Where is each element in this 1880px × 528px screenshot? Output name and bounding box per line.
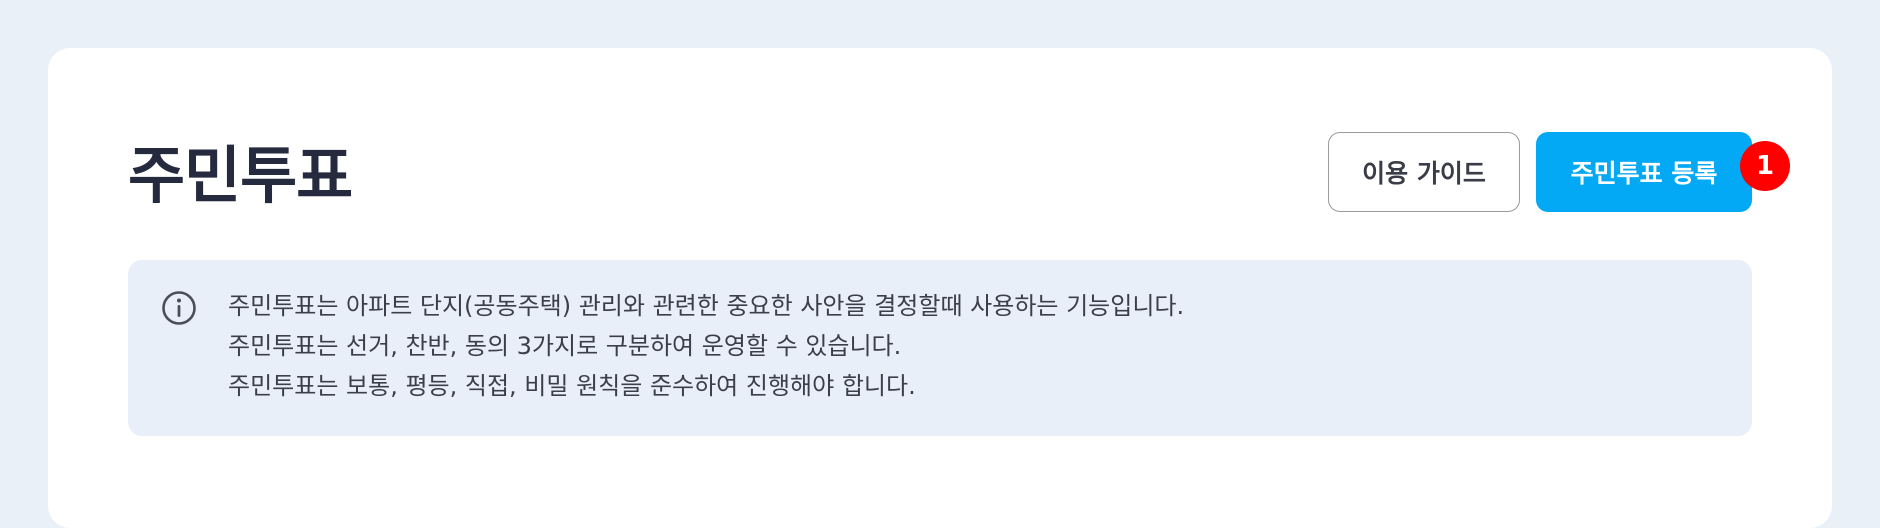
header-actions: 이용 가이드 주민투표 등록 <box>1328 132 1752 212</box>
content-card: 주민투표 이용 가이드 주민투표 등록 주민투표는 아파트 단지(공동주택) 관… <box>48 48 1832 528</box>
notification-badge: 1 <box>1740 141 1790 191</box>
info-list: 주민투표는 아파트 단지(공동주택) 관리와 관련한 중요한 사안을 결정할때 … <box>228 286 1184 406</box>
register-vote-button[interactable]: 주민투표 등록 <box>1536 132 1752 212</box>
info-line: 주민투표는 선거, 찬반, 동의 3가지로 구분하여 운영할 수 있습니다. <box>228 332 902 360</box>
usage-guide-button[interactable]: 이용 가이드 <box>1328 132 1520 212</box>
info-circle-icon <box>162 291 196 325</box>
info-line: 주민투표는 보통, 평등, 직접, 비밀 원칙을 준수하여 진행해야 합니다. <box>228 372 916 400</box>
info-notice: 주민투표는 아파트 단지(공동주택) 관리와 관련한 중요한 사안을 결정할때 … <box>128 260 1752 436</box>
page-title: 주민투표 <box>128 139 353 212</box>
info-line: 주민투표는 아파트 단지(공동주택) 관리와 관련한 중요한 사안을 결정할때 … <box>228 292 1185 320</box>
